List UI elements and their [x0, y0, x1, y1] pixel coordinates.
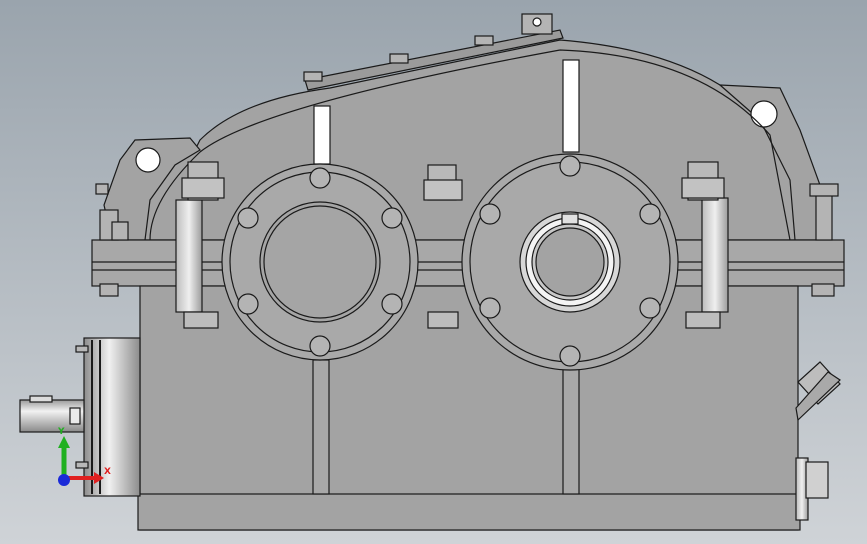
cad-viewport[interactable]: Y X — [0, 0, 867, 544]
left-lug-hole — [135, 147, 161, 173]
triad-z-axis — [58, 474, 70, 486]
bearing-cap-right — [461, 153, 679, 371]
cover-sight-slot-right — [562, 59, 580, 153]
model-canvas[interactable]: Y X — [0, 0, 867, 544]
right-lug-hole — [750, 100, 778, 128]
rib-left — [312, 359, 330, 495]
triad-y-label: Y — [57, 427, 65, 437]
triad-x-label: X — [104, 467, 111, 477]
rib-right — [562, 364, 580, 495]
cover-sight-slot-left — [313, 105, 331, 165]
bearing-cap-left — [221, 163, 419, 361]
base-plate — [137, 493, 801, 531]
